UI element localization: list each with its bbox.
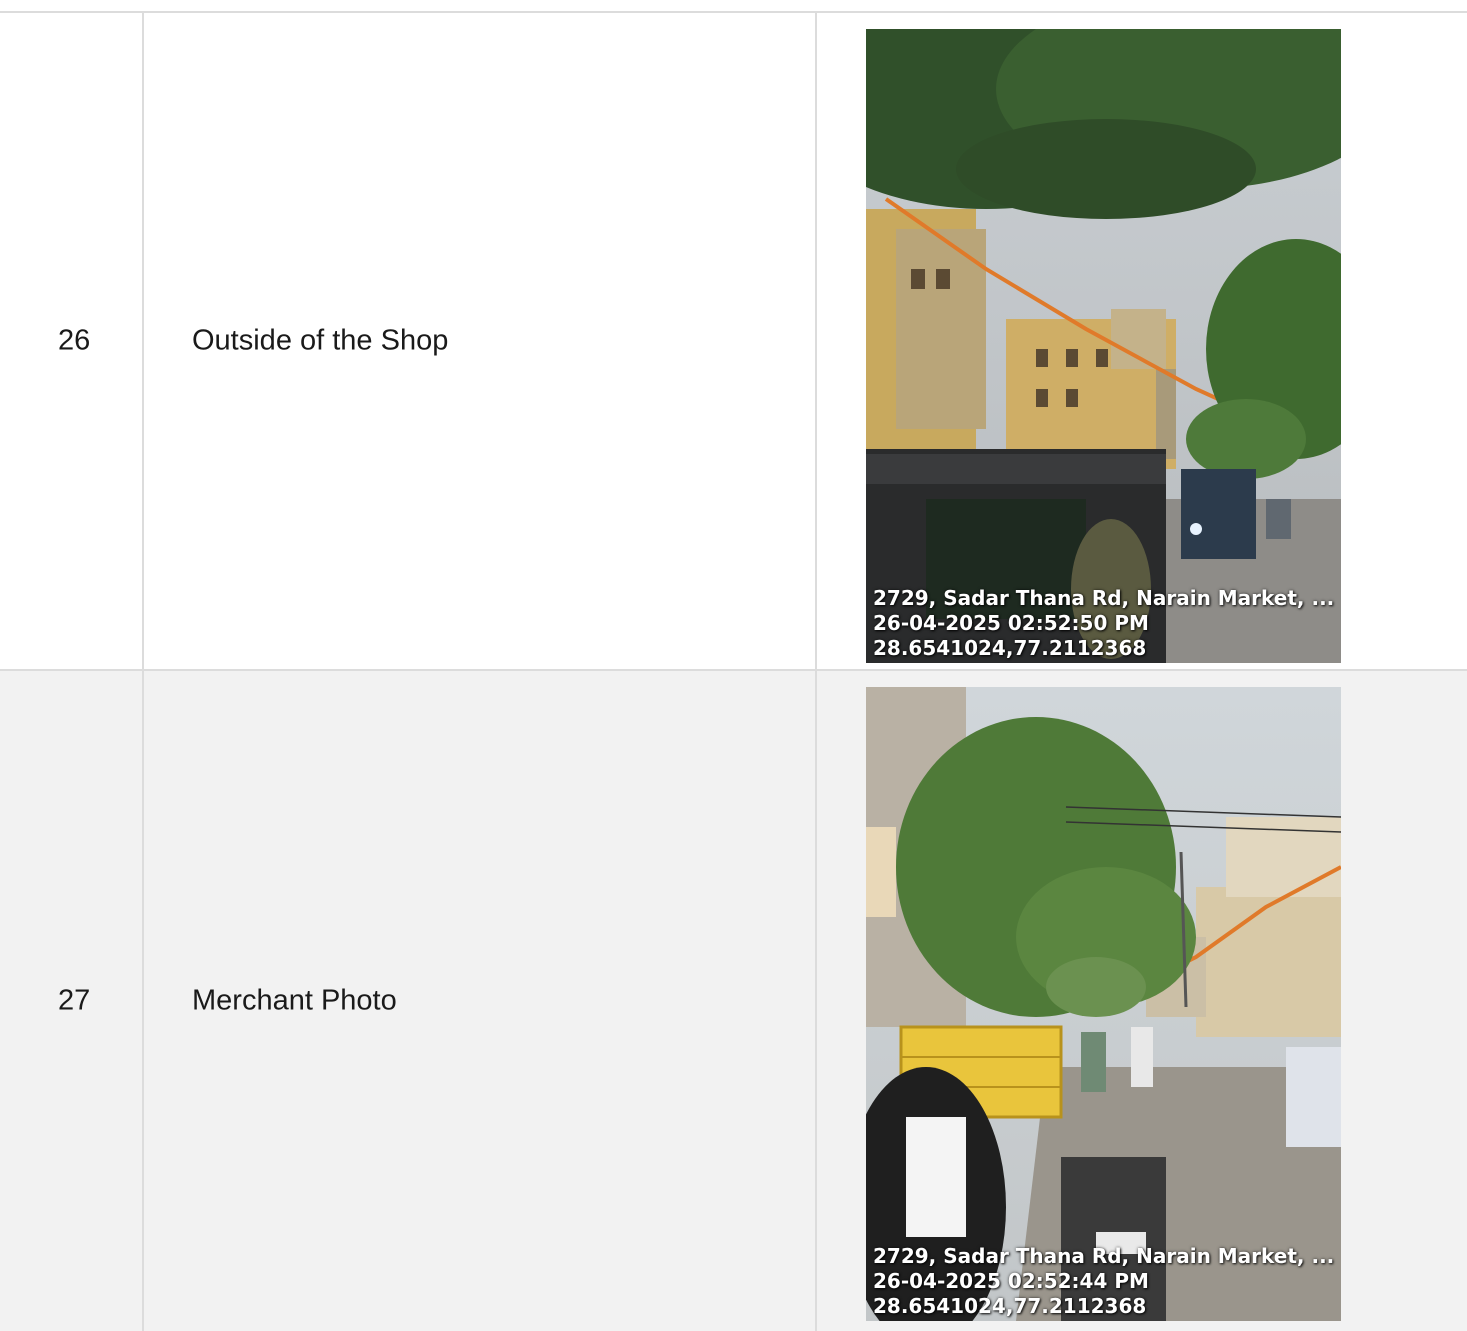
row-number-cell: 27 bbox=[0, 671, 144, 1331]
photo-address: 2729, Sadar Thana Rd, Narain Market, ... bbox=[873, 1244, 1335, 1268]
photo-address: 2729, Sadar Thana Rd, Narain Market, ... bbox=[873, 586, 1335, 610]
street-scene-image bbox=[866, 687, 1341, 1321]
street-scene-image bbox=[866, 29, 1341, 663]
merchant-photo[interactable]: 2729, Sadar Thana Rd, Narain Market, ...… bbox=[866, 687, 1341, 1321]
row-number-cell: 26 bbox=[0, 13, 144, 669]
row-label-cell: Outside of the Shop bbox=[144, 13, 817, 669]
photo-datetime: 26-04-2025 02:52:44 PM bbox=[873, 1269, 1149, 1293]
row-label: Merchant Photo bbox=[192, 984, 397, 1017]
table-row: 27 Merchant Photo 2729, Sadar Thana Rd, … bbox=[0, 671, 1467, 1331]
row-photo-cell: 2729, Sadar Thana Rd, Narain Market, ...… bbox=[817, 671, 1467, 1331]
photo-geotag-stamp: 2729, Sadar Thana Rd, Narain Market, ...… bbox=[873, 1244, 1334, 1319]
photo-coordinates: 28.6541024,77.2112368 bbox=[873, 636, 1147, 660]
photo-table: 26 Outside of the Shop 2729, Sadar Thana… bbox=[0, 11, 1467, 1331]
shop-exterior-photo[interactable]: 2729, Sadar Thana Rd, Narain Market, ...… bbox=[866, 29, 1341, 663]
photo-coordinates: 28.6541024,77.2112368 bbox=[873, 1294, 1147, 1318]
table-row: 26 Outside of the Shop 2729, Sadar Thana… bbox=[0, 13, 1467, 671]
row-number: 27 bbox=[58, 984, 91, 1017]
row-number: 26 bbox=[58, 324, 91, 357]
row-photo-cell: 2729, Sadar Thana Rd, Narain Market, ...… bbox=[817, 13, 1467, 669]
photo-datetime: 26-04-2025 02:52:50 PM bbox=[873, 611, 1149, 635]
row-label: Outside of the Shop bbox=[192, 324, 449, 357]
photo-geotag-stamp: 2729, Sadar Thana Rd, Narain Market, ...… bbox=[873, 586, 1334, 661]
row-label-cell: Merchant Photo bbox=[144, 671, 817, 1331]
